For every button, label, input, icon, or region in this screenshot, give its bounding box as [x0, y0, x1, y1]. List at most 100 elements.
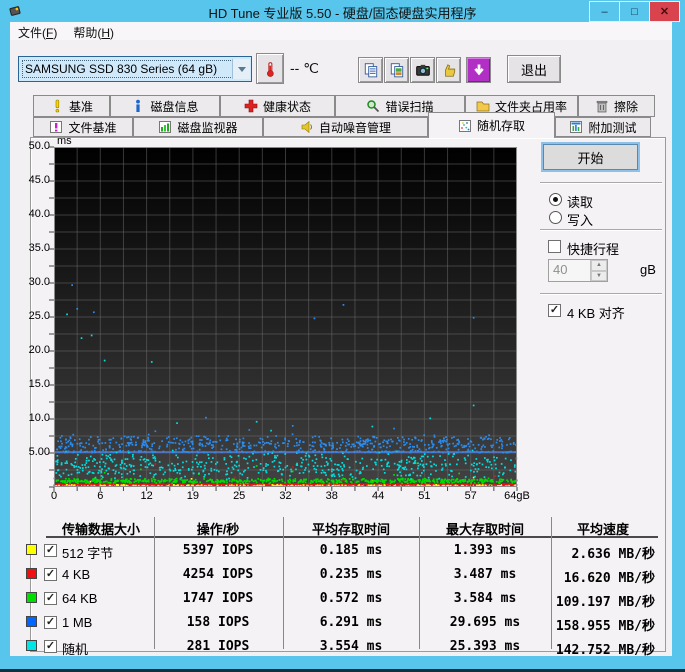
write-radio[interactable] [549, 211, 562, 224]
tab-自动噪音管理[interactable]: 自动噪音管理 [263, 117, 428, 137]
save-arrow-button[interactable] [466, 57, 491, 83]
max-access-value: 25.393 ms [420, 639, 550, 654]
read-radio-label: 读取 [567, 192, 593, 211]
legend-swatch [26, 592, 37, 603]
series-checkbox[interactable]: ✓ [44, 592, 57, 605]
disk-monitor-icon [158, 120, 172, 134]
spin-down-icon: ▼ [591, 271, 607, 282]
x-tick-label: 57 [453, 490, 489, 502]
max-access-value: 3.584 ms [420, 591, 550, 606]
y-tick-label: 5.00 [18, 446, 50, 458]
copy-image-button[interactable] [384, 57, 409, 83]
capacity-value: 40 [549, 260, 590, 281]
x-tick-label: 32 [268, 490, 304, 502]
series-label: 随机 [62, 639, 88, 658]
close-button[interactable]: ✕ [649, 1, 680, 22]
camera-button[interactable] [410, 57, 435, 83]
window-title: HD Tune 专业版 5.50 - 硬盘/固态硬盘实用程序 [0, 3, 685, 22]
series-checkbox[interactable]: ✓ [44, 616, 57, 629]
series-checkbox[interactable]: ✓ [44, 640, 57, 653]
max-access-value: 3.487 ms [420, 567, 550, 582]
read-radio[interactable] [549, 193, 562, 206]
y-axis-unit: ms [57, 135, 72, 147]
menu-item-H[interactable]: 帮助(H) [65, 22, 122, 41]
copy-image-icon [389, 62, 405, 78]
x-tick-label: 6 [82, 490, 118, 502]
tab-label: 附加测试 [588, 119, 636, 136]
tab-磁盘信息[interactable]: 磁盘信息 [110, 95, 220, 117]
separator [540, 293, 662, 294]
latency-scatter-chart [54, 147, 517, 487]
menu-bar: 文件(F)帮助(H) [10, 22, 672, 41]
tab-擦除[interactable]: 擦除 [578, 95, 655, 117]
y-tick-label: 15.0 [18, 378, 50, 390]
tab-随机存取[interactable]: 随机存取 [428, 112, 555, 138]
avg-access-value: 6.291 ms [286, 615, 416, 630]
speaker-icon [300, 120, 314, 134]
capacity-spinner[interactable]: 40 ▲▼ [548, 259, 608, 282]
max-access-value: 29.695 ms [420, 615, 550, 630]
y-tick-label: 30.0 [18, 276, 50, 288]
series-label: 1 MB [62, 615, 92, 630]
avg-speed-value: 16.620 MB/秒 [551, 567, 655, 586]
copy-text-icon [363, 62, 379, 78]
column-separator [283, 517, 284, 649]
series-label: 4 KB [62, 567, 90, 582]
y-tick-label: 45.0 [18, 174, 50, 186]
legend-swatch [26, 616, 37, 627]
spin-up-icon: ▲ [591, 260, 607, 271]
extra-tests-icon [569, 120, 583, 134]
y-tick-label: 40.0 [18, 208, 50, 220]
hand-icon [441, 62, 457, 78]
exit-button[interactable]: 退出 [507, 55, 561, 83]
tab-文件基准[interactable]: 文件基准 [33, 117, 133, 137]
minimize-button[interactable]: – [589, 1, 620, 22]
copy-text-button[interactable] [358, 57, 383, 83]
title-bar: HD Tune 专业版 5.50 - 硬盘/固态硬盘实用程序 – □ ✕ [0, 0, 685, 22]
camera-icon [415, 62, 431, 78]
iops-value: 4254 IOPS [153, 567, 283, 582]
iops-value: 1747 IOPS [153, 591, 283, 606]
avg-speed-value: 158.955 MB/秒 [551, 615, 655, 634]
tab-label: 自动噪音管理 [319, 119, 391, 136]
hand-button[interactable] [436, 57, 461, 83]
save-arrow-icon [471, 62, 487, 78]
tab-附加测试[interactable]: 附加测试 [555, 117, 651, 137]
avg-speed-value: 142.752 MB/秒 [551, 639, 655, 658]
tab-label: 随机存取 [477, 117, 525, 134]
health-cross-icon [244, 99, 258, 113]
short-stroke-checkbox[interactable] [548, 240, 561, 253]
tab-label: 磁盘监视器 [177, 119, 237, 136]
start-button[interactable]: 开始 [543, 144, 638, 170]
y-tick-label: 10.0 [18, 412, 50, 424]
tab-label: 健康状态 [263, 98, 311, 115]
capacity-unit: gB [640, 262, 656, 277]
header-underline [46, 536, 658, 538]
y-tick-label: 20.0 [18, 344, 50, 356]
tab-健康状态[interactable]: 健康状态 [220, 95, 335, 117]
tab-基准[interactable]: 基准 [33, 95, 110, 117]
y-tick-label: 50.0 [18, 140, 50, 152]
write-radio-label: 写入 [567, 210, 593, 229]
trash-icon [595, 99, 609, 113]
series-label: 64 KB [62, 591, 97, 606]
chevron-down-icon [232, 59, 250, 79]
exclamation-icon [50, 99, 64, 113]
maximize-button[interactable]: □ [619, 1, 650, 22]
short-stroke-label: 快捷行程 [567, 239, 619, 258]
series-checkbox[interactable]: ✓ [44, 544, 57, 557]
temperature-value: -- ℃ [290, 60, 319, 77]
temperature-button[interactable] [256, 53, 284, 84]
separator [540, 229, 662, 230]
align-checkbox[interactable]: ✓ [548, 304, 561, 317]
spinner-buttons[interactable]: ▲▼ [590, 260, 607, 281]
avg-speed-value: 2.636 MB/秒 [551, 543, 655, 562]
x-tick-label: 0 [36, 490, 72, 502]
drive-select[interactable]: SAMSUNG SSD 830 Series (64 gB) [18, 56, 252, 82]
tab-label: 文件基准 [68, 119, 116, 136]
menu-item-F[interactable]: 文件(F) [10, 22, 65, 41]
tab-磁盘监视器[interactable]: 磁盘监视器 [133, 117, 263, 137]
series-checkbox[interactable]: ✓ [44, 568, 57, 581]
legend-swatch [26, 640, 37, 651]
tab-label: 擦除 [614, 98, 638, 115]
